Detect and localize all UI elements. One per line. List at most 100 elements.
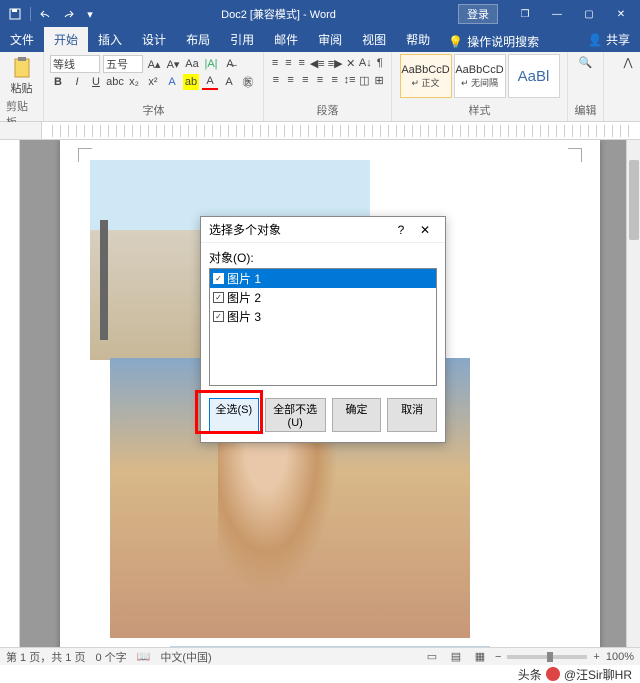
font-group: 等线 五号 A▴ A▾ Aa |A| A̶ B I U abc x₂ x² A … xyxy=(44,52,264,121)
grow-font-button[interactable]: A▴ xyxy=(146,56,162,72)
show-marks-button[interactable]: ¶ xyxy=(375,55,385,71)
tab-references[interactable]: 引用 xyxy=(220,27,264,52)
close-button[interactable]: ✕ xyxy=(606,4,636,24)
align-left-button[interactable]: ≡ xyxy=(270,72,282,88)
checkbox-icon[interactable]: ✓ xyxy=(213,273,224,284)
change-case-button[interactable]: Aa xyxy=(184,56,200,72)
zoom-in-button[interactable]: + xyxy=(593,651,599,663)
editing-label: 编辑 xyxy=(575,102,597,119)
italic-button[interactable]: I xyxy=(69,74,85,90)
distributed-button[interactable]: ≡ xyxy=(329,72,341,88)
tell-me-search[interactable]: 💡 操作说明搜索 xyxy=(440,31,547,52)
tab-help[interactable]: 帮助 xyxy=(396,27,440,52)
superscript-button[interactable]: x² xyxy=(145,74,161,90)
ok-button[interactable]: 确定 xyxy=(332,398,382,432)
login-button[interactable]: 登录 xyxy=(458,4,498,24)
vertical-scrollbar[interactable] xyxy=(626,140,640,647)
objects-listbox[interactable]: ✓ 图片 1 ✓ 图片 2 ✓ 图片 3 xyxy=(209,268,437,386)
zoom-slider[interactable] xyxy=(507,655,587,659)
line-spacing-button[interactable]: ↕≡ xyxy=(344,72,356,88)
align-center-button[interactable]: ≡ xyxy=(285,72,297,88)
shrink-font-button[interactable]: A▾ xyxy=(165,56,181,72)
ruler-vertical[interactable] xyxy=(0,140,20,647)
book-icon[interactable]: 📖 xyxy=(137,650,151,663)
styles-gallery[interactable]: AaBbCcD ↵ 正文 AaBbCcD ↵ 无间隔 AaBl xyxy=(400,54,560,98)
style-normal[interactable]: AaBbCcD ↵ 正文 xyxy=(400,54,452,98)
subscript-button[interactable]: x₂ xyxy=(126,74,142,90)
tab-review[interactable]: 审阅 xyxy=(308,27,352,52)
print-layout-button[interactable]: ▤ xyxy=(447,650,465,664)
sort-button[interactable]: A↓ xyxy=(359,55,372,71)
increase-indent-button[interactable]: ≡▶ xyxy=(328,55,343,71)
ribbon-display-button[interactable]: ❐ xyxy=(510,4,540,24)
tab-insert[interactable]: 插入 xyxy=(88,27,132,52)
ribbon: 粘贴 剪贴板 等线 五号 A▴ A▾ Aa |A| A̶ B I U abc x… xyxy=(0,52,640,122)
share-button[interactable]: 👤 共享 xyxy=(578,27,640,52)
numbering-button[interactable]: ≡ xyxy=(283,55,293,71)
tab-home[interactable]: 开始 xyxy=(44,27,88,52)
highlight-button[interactable]: ab xyxy=(183,74,199,90)
justify-button[interactable]: ≡ xyxy=(314,72,326,88)
web-layout-button[interactable]: ▦ xyxy=(471,650,489,664)
font-color-button[interactable]: A xyxy=(202,74,218,90)
watermark-author: @汪Sir聊HR xyxy=(564,666,632,683)
ruler-horizontal[interactable] xyxy=(0,122,640,140)
strikethrough-button[interactable]: abc xyxy=(107,74,123,90)
checkbox-icon[interactable]: ✓ xyxy=(213,311,224,322)
clear-format-button[interactable]: A̶ xyxy=(222,56,238,72)
shading-button[interactable]: ◫ xyxy=(359,72,371,88)
phonetic-guide-button[interactable]: |A| xyxy=(203,56,219,72)
asian-layout-button[interactable]: ✕ xyxy=(346,55,356,71)
enclose-char-button[interactable]: ㊩ xyxy=(240,74,256,90)
list-item[interactable]: ✓ 图片 3 xyxy=(210,307,436,326)
underline-button[interactable]: U xyxy=(88,74,104,90)
avatar-icon xyxy=(546,667,560,681)
zoom-slider-handle[interactable] xyxy=(547,652,553,662)
styles-group: AaBbCcD ↵ 正文 AaBbCcD ↵ 无间隔 AaBl 样式 xyxy=(392,52,568,121)
decrease-indent-button[interactable]: ◀≡ xyxy=(310,55,325,71)
align-right-button[interactable]: ≡ xyxy=(299,72,311,88)
checkbox-icon[interactable]: ✓ xyxy=(213,292,224,303)
text-effects-button[interactable]: A xyxy=(164,74,180,90)
undo-icon[interactable] xyxy=(37,5,55,23)
dialog-help-button[interactable]: ? xyxy=(389,220,413,240)
dialog-titlebar[interactable]: 选择多个对象 ? ✕ xyxy=(201,217,445,243)
minimize-button[interactable]: — xyxy=(542,4,572,24)
bold-button[interactable]: B xyxy=(50,74,66,90)
deselect-all-button[interactable]: 全部不选(U) xyxy=(265,398,326,432)
style-nospacing[interactable]: AaBbCcD ↵ 无间隔 xyxy=(454,54,506,98)
collapse-ribbon-button[interactable]: ⋀ xyxy=(620,54,636,70)
page-count[interactable]: 第 1 页，共 1 页 xyxy=(6,649,85,665)
maximize-button[interactable]: ▢ xyxy=(574,4,604,24)
word-count[interactable]: 0 个字 xyxy=(95,649,126,665)
redo-icon[interactable] xyxy=(59,5,77,23)
tab-layout[interactable]: 布局 xyxy=(176,27,220,52)
paste-button[interactable]: 粘贴 xyxy=(6,54,38,98)
tab-file[interactable]: 文件 xyxy=(0,27,44,52)
borders-button[interactable]: ⊞ xyxy=(373,72,385,88)
editing-button[interactable]: 🔍 xyxy=(575,54,597,71)
zoom-level[interactable]: 100% xyxy=(606,651,634,663)
tab-view[interactable]: 视图 xyxy=(352,27,396,52)
list-item[interactable]: ✓ 图片 1 xyxy=(210,269,436,288)
scrollbar-thumb[interactable] xyxy=(629,160,639,240)
zoom-out-button[interactable]: − xyxy=(495,651,501,663)
cancel-button[interactable]: 取消 xyxy=(387,398,437,432)
tab-design[interactable]: 设计 xyxy=(132,27,176,52)
font-name-combo[interactable]: 等线 xyxy=(50,55,100,73)
read-mode-button[interactable]: ▭ xyxy=(423,650,441,664)
editing-group: 🔍 编辑 xyxy=(568,52,604,121)
save-icon[interactable] xyxy=(6,5,24,23)
qat-customize-icon[interactable]: ▾ xyxy=(81,5,99,23)
multilevel-button[interactable]: ≡ xyxy=(297,55,307,71)
list-item[interactable]: ✓ 图片 2 xyxy=(210,288,436,307)
dialog-close-button[interactable]: ✕ xyxy=(413,220,437,240)
tab-mailings[interactable]: 邮件 xyxy=(264,27,308,52)
style-heading[interactable]: AaBl xyxy=(508,54,560,98)
language-status[interactable]: 中文(中国) xyxy=(160,649,211,665)
select-all-button[interactable]: 全选(S) xyxy=(209,398,259,432)
character-shading-button[interactable]: A xyxy=(221,74,237,90)
bullets-button[interactable]: ≡ xyxy=(270,55,280,71)
ribbon-tabs: 文件 开始 插入 设计 布局 引用 邮件 审阅 视图 帮助 💡 操作说明搜索 👤… xyxy=(0,28,640,52)
font-size-combo[interactable]: 五号 xyxy=(103,55,143,73)
